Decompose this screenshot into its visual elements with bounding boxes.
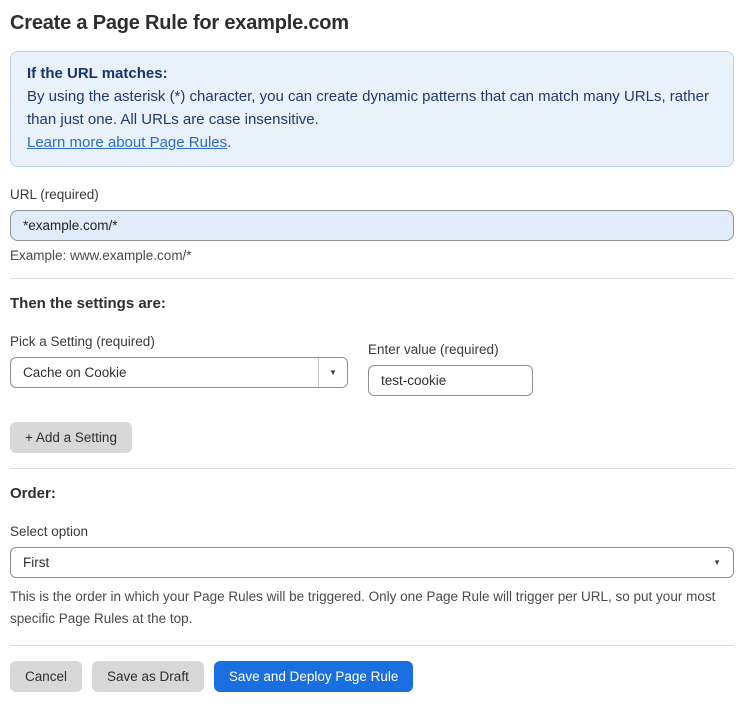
page-title: Create a Page Rule for example.com xyxy=(10,12,349,34)
cancel-button[interactable]: Cancel xyxy=(10,661,83,692)
pick-setting-label: Pick a Setting (required) xyxy=(10,334,155,349)
save-draft-button[interactable]: Save as Draft xyxy=(92,661,204,692)
url-hint: Example: www.example.com/* xyxy=(10,248,192,263)
settings-heading: Then the settings are: xyxy=(10,295,166,312)
enter-value-label: Enter value (required) xyxy=(368,342,499,357)
setting-row: Pick a Setting (required) Cache on Cooki… xyxy=(10,334,734,396)
save-deploy-button[interactable]: Save and Deploy Page Rule xyxy=(213,661,414,692)
section-divider xyxy=(10,278,734,279)
order-field-group: Select option First ▼ This is the order … xyxy=(10,524,734,630)
pick-setting-group: Pick a Setting (required) Cache on Cooki… xyxy=(10,334,348,388)
info-box-heading: If the URL matches: xyxy=(27,65,168,82)
order-select[interactable]: First ▼ xyxy=(10,547,734,578)
learn-more-link[interactable]: Learn more about Page Rules xyxy=(27,134,227,151)
footer-actions: Cancel Save as Draft Save and Deploy Pag… xyxy=(10,661,734,692)
info-box-body: By using the asterisk (*) character, you… xyxy=(27,88,709,128)
setting-select-arrow-button[interactable]: ▼ xyxy=(318,358,347,387)
url-field-group: URL (required) Example: www.example.com/… xyxy=(10,187,734,263)
chevron-down-icon: ▼ xyxy=(713,557,721,567)
setting-select[interactable]: Cache on Cookie ▼ xyxy=(10,357,348,388)
enter-value-group: Enter value (required) xyxy=(368,334,533,396)
url-label: URL (required) xyxy=(10,187,99,202)
url-input[interactable] xyxy=(10,210,734,241)
section-divider xyxy=(10,468,734,469)
create-page-rule-panel: Create a Page Rule for example.com If th… xyxy=(0,0,750,712)
info-link-row: Learn more about Page Rules. xyxy=(27,131,717,154)
setting-value-input[interactable] xyxy=(368,365,533,396)
section-divider xyxy=(10,645,734,646)
order-description: This is the order in which your Page Rul… xyxy=(10,589,716,626)
info-link-period: . xyxy=(227,134,232,151)
add-setting-button[interactable]: + Add a Setting xyxy=(10,422,132,453)
chevron-down-icon: ▼ xyxy=(329,367,337,377)
order-heading: Order: xyxy=(10,485,56,502)
url-match-info-box: If the URL matches: By using the asteris… xyxy=(10,51,734,167)
order-select-value: First xyxy=(23,555,50,570)
setting-select-value: Cache on Cookie xyxy=(23,365,127,380)
order-select-label: Select option xyxy=(10,524,89,539)
